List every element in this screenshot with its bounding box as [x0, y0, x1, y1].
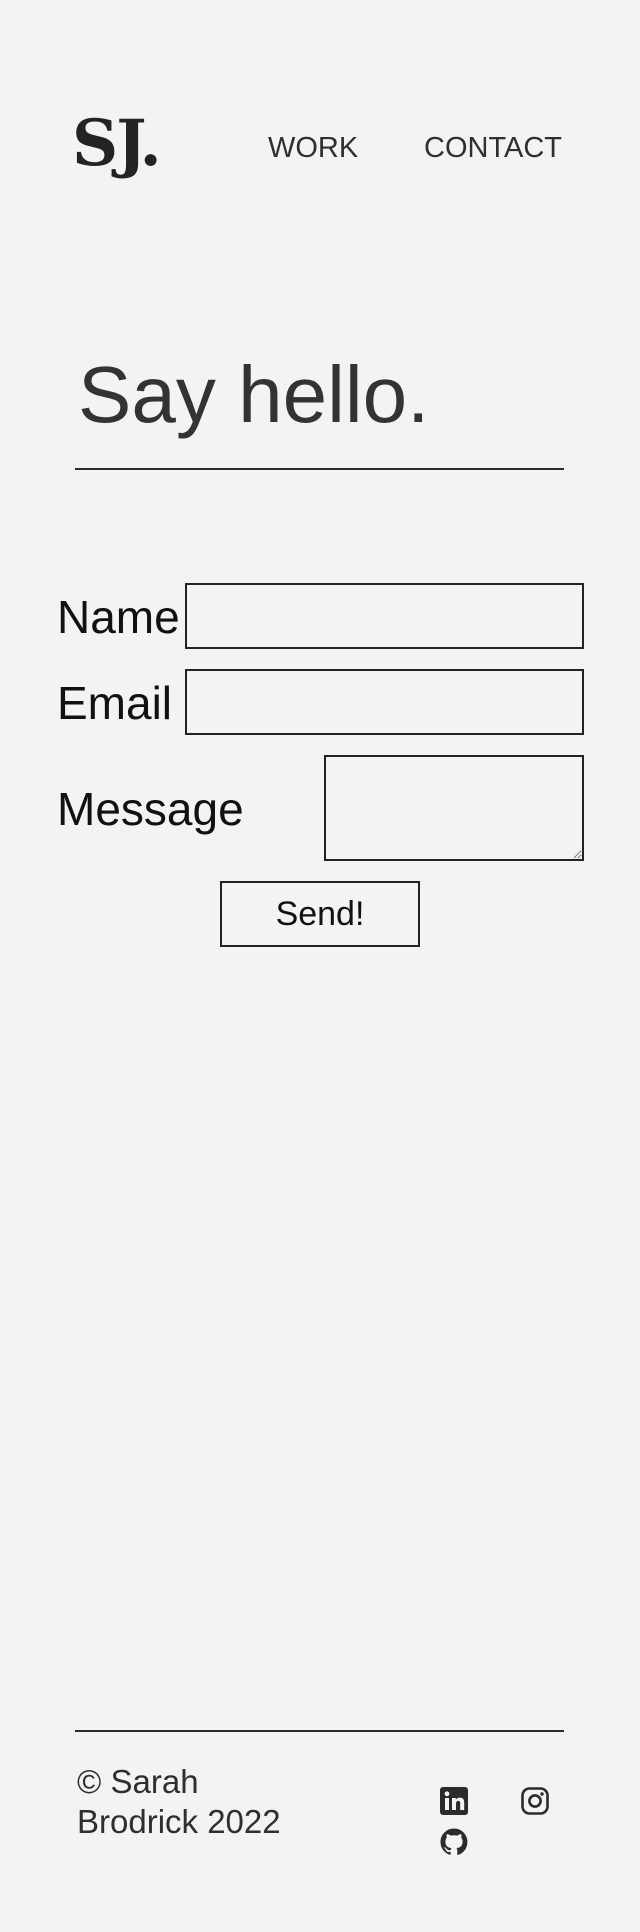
- nav-link-contact[interactable]: CONTACT: [424, 134, 562, 163]
- send-button[interactable]: Send!: [220, 881, 420, 947]
- linkedin-icon[interactable]: [439, 1786, 469, 1816]
- nav-link-work[interactable]: WORK: [268, 134, 358, 163]
- instagram-icon-glyph: [521, 1787, 549, 1815]
- site-header: SJ. WORK CONTACT: [0, 0, 640, 240]
- email-label: Email: [57, 677, 173, 729]
- footer-divider: [75, 1730, 564, 1732]
- email-input[interactable]: [185, 669, 584, 735]
- message-textarea[interactable]: [324, 755, 584, 861]
- github-icon[interactable]: [439, 1827, 469, 1857]
- github-icon-glyph: [440, 1828, 468, 1855]
- linkedin-icon-glyph: [440, 1787, 468, 1815]
- message-label: Message: [57, 783, 244, 835]
- site-logo[interactable]: SJ.: [72, 112, 162, 176]
- instagram-icon[interactable]: [520, 1786, 550, 1816]
- copyright-text: © Sarah Brodrick 2022: [77, 1763, 281, 1840]
- name-label: Name: [57, 591, 180, 643]
- page-title: Say hello.: [78, 350, 430, 439]
- name-input[interactable]: [185, 583, 584, 649]
- heading-divider: [75, 468, 564, 470]
